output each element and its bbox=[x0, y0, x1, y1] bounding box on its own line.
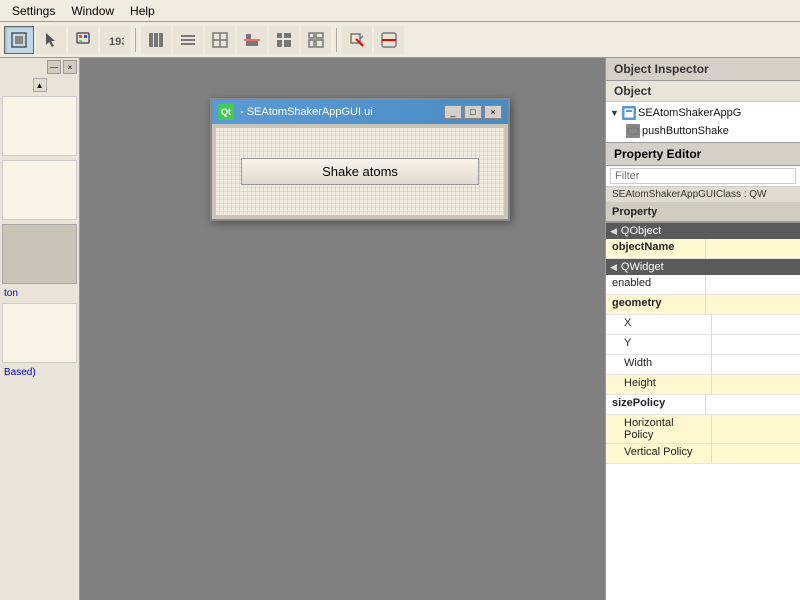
menu-settings[interactable]: Settings bbox=[4, 2, 63, 20]
property-editor-title: Property Editor bbox=[606, 142, 800, 166]
qt-titlebar: Qt - SEAtomShakerAppGUI.ui _ □ × bbox=[212, 100, 508, 124]
pe-val-objectname bbox=[706, 239, 800, 258]
right-panel: Object Inspector Object ▼ SEAtomShakerAp… bbox=[605, 58, 800, 600]
pe-group-arrow-qobject: ◀ bbox=[610, 226, 617, 237]
pe-prop-y: Y bbox=[606, 335, 712, 354]
pe-row-hpolicy[interactable]: Horizontal Policy bbox=[606, 415, 800, 444]
canvas-area[interactable]: Qt - SEAtomShakerAppGUI.ui _ □ × Shake a… bbox=[80, 58, 605, 600]
toolbar-pointer[interactable] bbox=[36, 26, 66, 54]
toolbar-grid2[interactable] bbox=[301, 26, 331, 54]
pe-val-x bbox=[712, 315, 800, 334]
pe-val-hpolicy bbox=[712, 415, 800, 443]
object-inspector-title: Object Inspector bbox=[606, 58, 800, 81]
shake-atoms-button[interactable]: Shake atoms bbox=[241, 158, 479, 185]
tree-item-btn[interactable]: pushButtonShake bbox=[606, 122, 800, 140]
toolbar-sep2 bbox=[336, 28, 337, 52]
property-class-row: SEAtomShakerAppGUIClass : QW bbox=[606, 187, 800, 203]
main-area: — × ▲ ton Based) Qt - SEAtomShakerAppGUI… bbox=[0, 58, 800, 600]
qt-logo: Qt bbox=[218, 104, 234, 120]
pe-prop-geometry: geometry bbox=[606, 295, 706, 314]
toolbar-paint[interactable] bbox=[68, 26, 98, 54]
toolbar-select[interactable] bbox=[4, 26, 34, 54]
pe-prop-sizepolicy: sizePolicy bbox=[606, 395, 706, 414]
sidebar-header: — × bbox=[0, 58, 79, 76]
pe-prop-vpolicy: Vertical Policy bbox=[606, 444, 712, 463]
sidebar-pin-btn[interactable]: — bbox=[47, 60, 61, 74]
property-editor: Property Editor SEAtomShakerAppGUIClass … bbox=[606, 142, 800, 600]
pe-prop-enabled: enabled bbox=[606, 275, 706, 294]
pe-prop-hpolicy: Horizontal Policy bbox=[606, 415, 712, 443]
qt-maximize-btn[interactable]: □ bbox=[464, 105, 482, 119]
tree-label-btn: pushButtonShake bbox=[642, 125, 729, 137]
pe-prop-objectname: objectName bbox=[606, 239, 706, 258]
sidebar-block-1 bbox=[2, 96, 77, 156]
pe-row-objectname[interactable]: objectName bbox=[606, 239, 800, 259]
pe-row-vpolicy[interactable]: Vertical Policy bbox=[606, 444, 800, 464]
toolbar-run[interactable] bbox=[374, 26, 404, 54]
toolbar-sep1 bbox=[135, 28, 136, 52]
qt-minimize-btn[interactable]: _ bbox=[444, 105, 462, 119]
toolbar-num[interactable]: 193 bbox=[100, 26, 130, 54]
sidebar-close-btn[interactable]: × bbox=[63, 60, 77, 74]
pe-row-height[interactable]: Height bbox=[606, 375, 800, 395]
pe-prop-x: X bbox=[606, 315, 712, 334]
qt-window-content: Shake atoms bbox=[212, 124, 508, 219]
pe-val-width bbox=[712, 355, 800, 374]
sidebar-text-ton: ton bbox=[0, 286, 79, 301]
tree-label-app: SEAtomShakerAppG bbox=[638, 107, 741, 119]
pe-val-sizepolicy bbox=[706, 395, 800, 414]
tree-icon-btn bbox=[626, 124, 640, 138]
pe-row-y[interactable]: Y bbox=[606, 335, 800, 355]
svg-text:193: 193 bbox=[109, 36, 124, 48]
toolbar-cols[interactable] bbox=[141, 26, 171, 54]
sidebar-block-3 bbox=[2, 303, 77, 363]
pe-group-label-qobject: QObject bbox=[621, 225, 661, 237]
pe-val-height bbox=[712, 375, 800, 394]
qt-window-title: - SEAtomShakerAppGUI.ui bbox=[240, 106, 438, 118]
pe-row-enabled[interactable]: enabled bbox=[606, 275, 800, 295]
sidebar-text-based: Based) bbox=[0, 365, 79, 380]
toolbar-grid[interactable] bbox=[269, 26, 299, 54]
tree-arrow-app: ▼ bbox=[610, 108, 620, 118]
pe-row-sizepolicy[interactable]: sizePolicy bbox=[606, 395, 800, 415]
sidebar-block-dark bbox=[2, 224, 77, 284]
sidebar-scroll-up[interactable]: ▲ bbox=[33, 78, 47, 92]
pe-row-x[interactable]: X bbox=[606, 315, 800, 335]
pe-val-enabled bbox=[706, 275, 800, 294]
property-table: Property ◀ QObject objectName ◀ QWidget … bbox=[606, 203, 800, 600]
qt-window: Qt - SEAtomShakerAppGUI.ui _ □ × Shake a… bbox=[210, 98, 510, 221]
toolbar-lines[interactable] bbox=[173, 26, 203, 54]
pe-row-geometry[interactable]: geometry bbox=[606, 295, 800, 315]
left-sidebar: — × ▲ ton Based) bbox=[0, 58, 80, 600]
toolbar-center[interactable] bbox=[205, 26, 235, 54]
pe-row-width[interactable]: Width bbox=[606, 355, 800, 375]
toolbar-edit[interactable] bbox=[342, 26, 372, 54]
property-col-header: Property bbox=[606, 203, 800, 223]
menubar: Settings Window Help bbox=[0, 0, 800, 22]
pe-val-vpolicy bbox=[712, 444, 800, 463]
object-label: Object bbox=[606, 81, 800, 102]
menu-help[interactable]: Help bbox=[122, 2, 163, 20]
toolbar: 193 bbox=[0, 22, 800, 58]
pe-val-geometry bbox=[706, 295, 800, 314]
pe-val-y bbox=[712, 335, 800, 354]
toolbar-align-h[interactable] bbox=[237, 26, 267, 54]
pe-prop-width: Width bbox=[606, 355, 712, 374]
sidebar-block-2 bbox=[2, 160, 77, 220]
pe-group-qobject[interactable]: ◀ QObject bbox=[606, 223, 800, 239]
menu-window[interactable]: Window bbox=[63, 2, 122, 20]
property-filter-input[interactable] bbox=[610, 168, 796, 184]
qt-win-buttons: _ □ × bbox=[444, 105, 502, 119]
pe-group-arrow-qwidget: ◀ bbox=[610, 262, 617, 273]
tree-item-app[interactable]: ▼ SEAtomShakerAppG bbox=[606, 104, 800, 122]
qt-close-btn[interactable]: × bbox=[484, 105, 502, 119]
pe-group-label-qwidget: QWidget bbox=[621, 261, 664, 273]
object-tree: ▼ SEAtomShakerAppG pushButtonShake bbox=[606, 102, 800, 142]
pe-group-qwidget[interactable]: ◀ QWidget bbox=[606, 259, 800, 275]
pe-prop-height: Height bbox=[606, 375, 712, 394]
property-filter bbox=[606, 166, 800, 187]
tree-icon-form bbox=[622, 106, 636, 120]
